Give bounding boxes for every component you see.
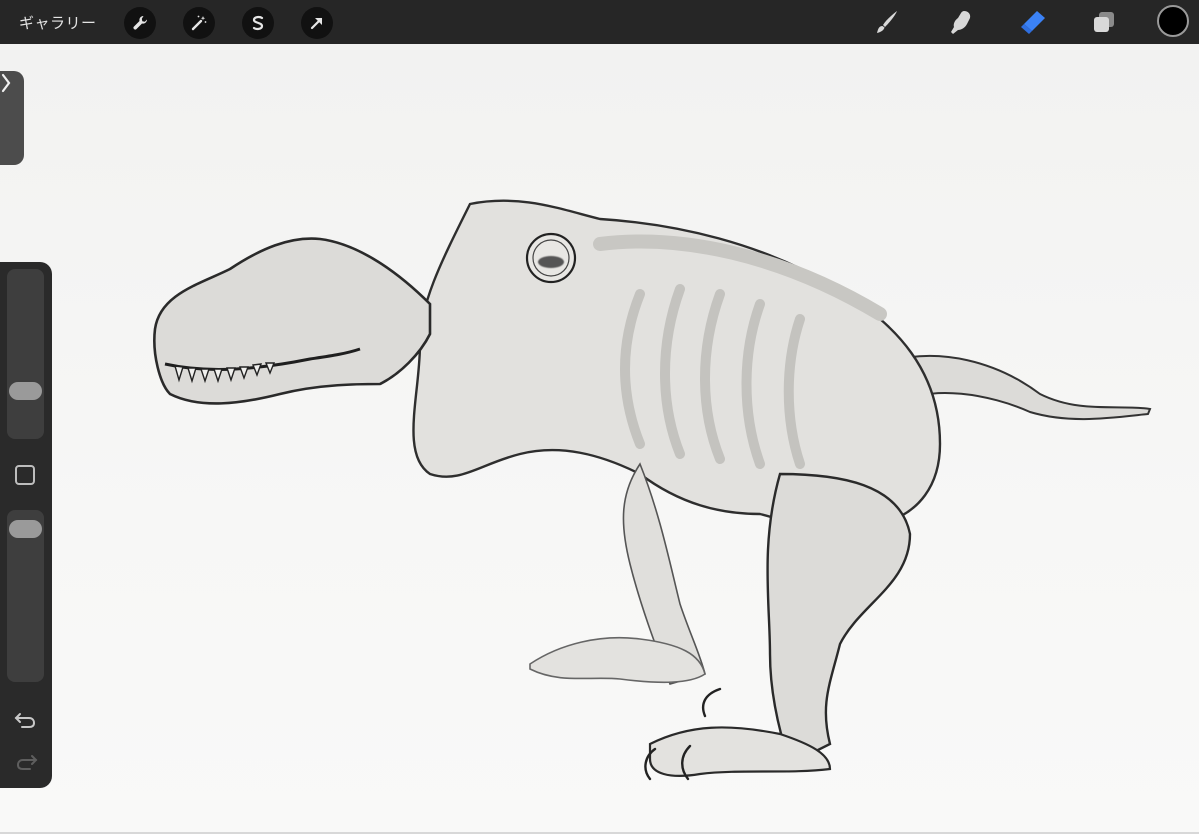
- gallery-button[interactable]: ギャラリー: [19, 12, 97, 33]
- sidebar-toggle-button[interactable]: [0, 71, 24, 165]
- eraser-button[interactable]: [1017, 6, 1049, 38]
- brush-sidebar: [0, 262, 52, 788]
- transform-button[interactable]: [301, 7, 333, 39]
- top-toolbar: ギャラリー: [0, 0, 1199, 44]
- opacity-slider-thumb[interactable]: [9, 519, 42, 538]
- redo-icon: [16, 755, 38, 770]
- adjustments-button[interactable]: [183, 7, 215, 39]
- redo-button[interactable]: [13, 750, 39, 774]
- layers-icon: [1094, 12, 1114, 32]
- smudge-finger-icon: [951, 11, 971, 34]
- selection-s-icon: [252, 15, 264, 31]
- undo-icon: [14, 713, 36, 728]
- chevron-right-icon: [1, 73, 11, 93]
- layers-button[interactable]: [1088, 6, 1120, 38]
- opacity-slider[interactable]: [7, 510, 44, 682]
- selection-button[interactable]: [242, 7, 274, 39]
- drawing-canvas[interactable]: [0, 44, 1199, 834]
- wrench-icon: [133, 15, 148, 30]
- dinosaur-skeleton-sketch-image: [153, 199, 1152, 781]
- modify-button[interactable]: [15, 465, 35, 485]
- eraser-icon: [1021, 11, 1045, 34]
- undo-button[interactable]: [13, 708, 39, 732]
- arrow-cursor-icon: [310, 17, 323, 30]
- brush-size-slider[interactable]: [7, 269, 44, 439]
- actions-button[interactable]: [124, 7, 156, 39]
- brush-size-slider-thumb[interactable]: [9, 382, 42, 400]
- brush-icon: [877, 11, 897, 33]
- magic-wand-icon: [191, 15, 207, 31]
- brush-button[interactable]: [871, 6, 903, 38]
- color-picker-button[interactable]: [1157, 5, 1189, 37]
- smudge-button[interactable]: [944, 6, 976, 38]
